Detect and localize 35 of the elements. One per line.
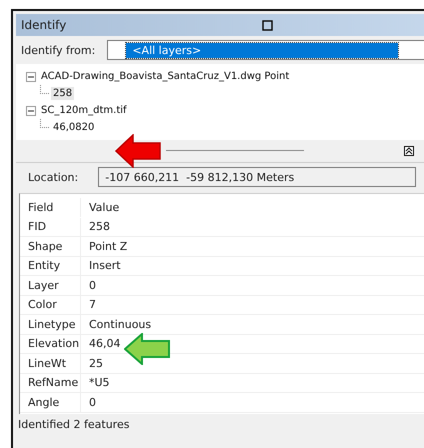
- arrow-annotation: [115, 134, 161, 168]
- location-field: -107 660,211 -59 812,130 Meters: [98, 167, 416, 187]
- table-cell-text: LineWt: [27, 356, 68, 372]
- table-cell: *U5: [80, 374, 424, 392]
- status-text: Identified 2 features: [18, 418, 130, 430]
- table-cell-text: Shape: [27, 238, 64, 255]
- tree-layer-item[interactable]: SC_120m_dtm.tif: [39, 104, 129, 117]
- tree-feature-item[interactable]: 258: [51, 87, 74, 100]
- collapse-panel-icon[interactable]: [404, 146, 414, 156]
- table-cell: 0: [80, 276, 424, 294]
- column-header: Value: [80, 198, 424, 216]
- table-cell-text: Entity: [27, 258, 62, 274]
- column-header: Field: [27, 200, 54, 216]
- table-cell-text: RefName: [27, 375, 80, 392]
- table-cell: 7: [80, 296, 424, 314]
- tree-feature-item[interactable]: 46,0820: [51, 121, 96, 134]
- table-cell-text: Elevation: [27, 336, 80, 352]
- table-cell: Insert: [80, 256, 424, 275]
- layer-dropdown[interactable]: <All layers>: [107, 40, 424, 60]
- window-title: Identify: [21, 18, 68, 32]
- table-cell: 258: [80, 218, 424, 236]
- table-cell-text: Linetype: [27, 316, 76, 333]
- arrow-annotation: [124, 333, 170, 365]
- table-cell-text: Color: [27, 297, 58, 314]
- location-label: Location:: [28, 170, 78, 184]
- table-cell-text: FID: [27, 219, 48, 236]
- collapse-icon[interactable]: [26, 72, 36, 82]
- tree-layer-item[interactable]: ACAD-Drawing_Boavista_SantaCruz_V1.dwg Point: [39, 70, 292, 83]
- table-cell-text: Layer: [27, 278, 60, 294]
- identify-from-label: Identify from:: [21, 44, 96, 56]
- collapse-icon[interactable]: [26, 106, 36, 116]
- table-cell-text: Angle: [27, 394, 60, 411]
- table-cell: Point Z: [80, 237, 424, 256]
- maximize-icon[interactable]: [262, 20, 273, 30]
- table-cell: 0: [80, 393, 424, 412]
